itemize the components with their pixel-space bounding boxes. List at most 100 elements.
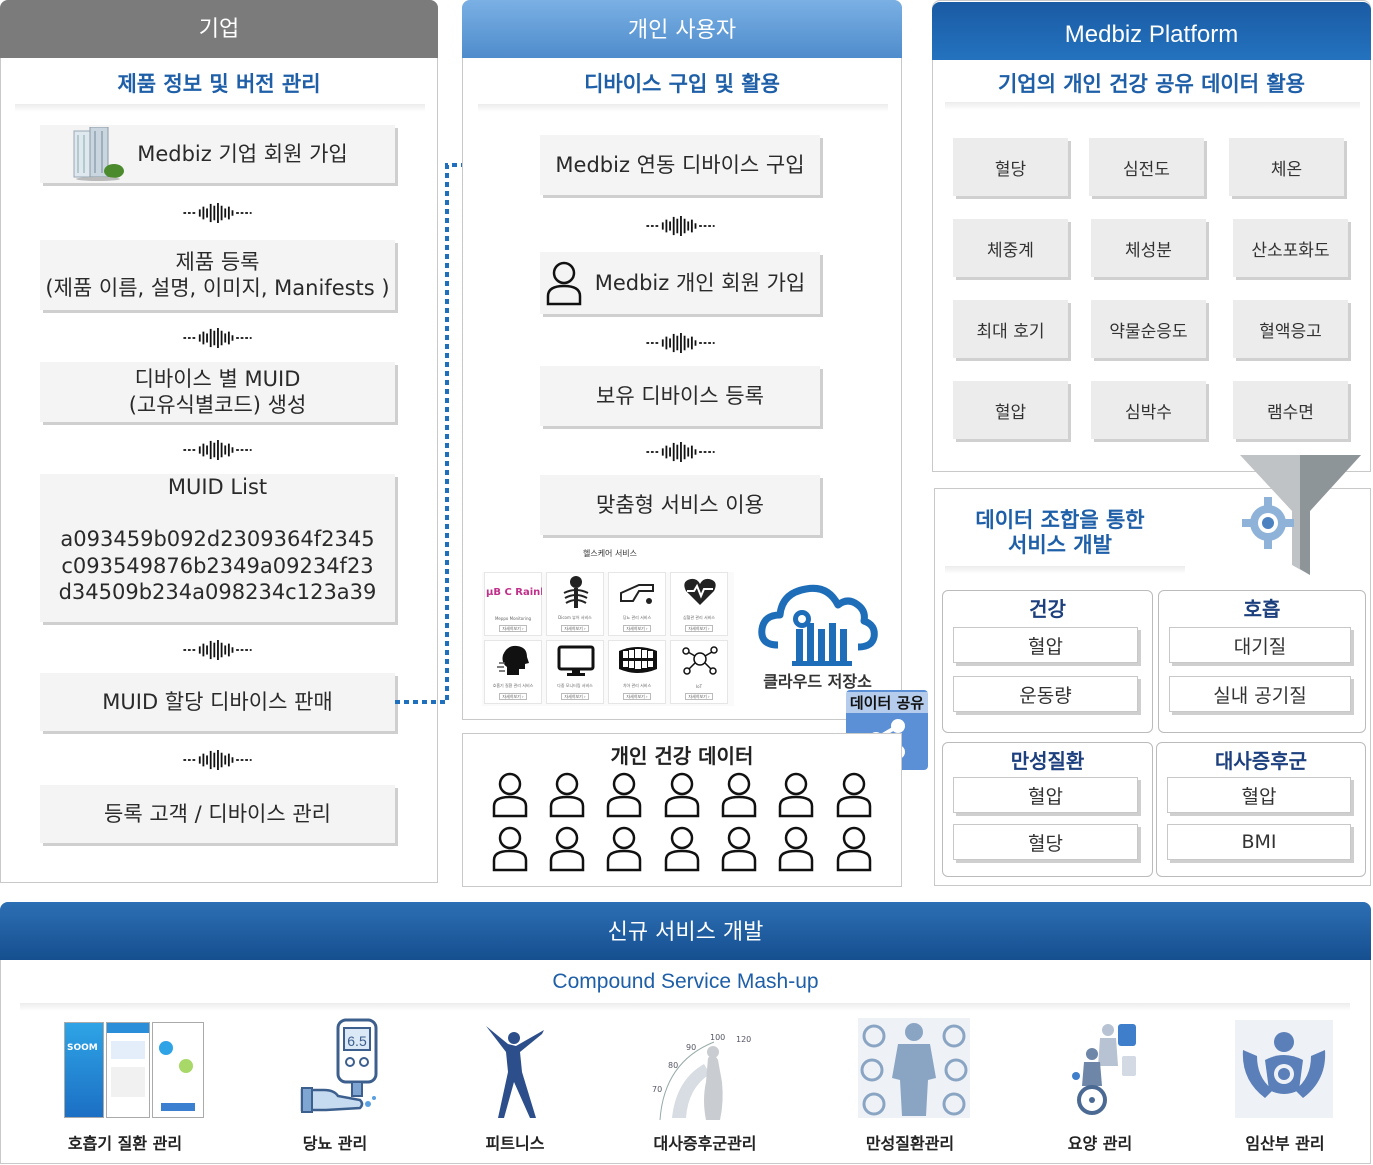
company-muid-line1: 디바이스 별 MUID: [134, 366, 301, 391]
healthcare-service-detail-button[interactable]: 자세히보기 ›: [685, 693, 713, 700]
iot-network-icon: [682, 646, 718, 675]
connector-icon: [646, 442, 715, 462]
combo-title-line1: 데이터 조합을 통한: [975, 508, 1145, 532]
data-tile: 심박수: [1091, 381, 1206, 439]
combo-group-item: 대기질: [1169, 627, 1351, 663]
service-label: 피트니스: [485, 1134, 545, 1153]
data-tile: 산소포화도: [1233, 219, 1348, 277]
healthcare-service-detail-button[interactable]: 자세히보기 ›: [561, 693, 589, 700]
muid-list: MUID List a093459b092d2309364f2345 c0935…: [40, 474, 395, 622]
healthcare-service-card[interactable]: 심혈관 관리 서비스 자세히보기 ›: [670, 572, 728, 636]
combo-group-item: 혈압: [953, 777, 1138, 813]
elderly-care-icon: [1072, 1024, 1136, 1115]
platform-subtitle-divider: [945, 102, 1360, 110]
data-tile: 심전도: [1089, 138, 1204, 196]
combo-group-title: 호흡: [1243, 597, 1281, 621]
data-tile: 혈당: [953, 138, 1068, 196]
healthcare-service-caption: Meppo Monitoring: [494, 616, 532, 621]
gauge-tick-label: 120: [736, 1035, 751, 1044]
new-services-header: 신규 서비스 개발: [0, 902, 1371, 960]
platform-header: Medbiz Platform: [932, 2, 1371, 60]
service-label: 당뇨 관리: [302, 1134, 368, 1153]
combo-group-item: 실내 공기질: [1169, 676, 1351, 712]
glucose-reading: 6.5: [347, 1033, 367, 1049]
company-muid-line2: (고유식별코드) 생성: [128, 393, 307, 417]
combo-group-item: 운동량: [953, 676, 1138, 712]
healthcare-service-detail-button[interactable]: 자세히보기 ›: [623, 625, 651, 632]
combo-title-line2: 서비스 개발: [1008, 533, 1112, 558]
personal-health-data-title: 개인 건강 데이터: [610, 744, 754, 768]
user-icons: [492, 772, 872, 872]
personal-buy-label: Medbiz 연동 디바이스 구입: [555, 152, 805, 177]
healthcare-service-detail-button[interactable]: 자세히보기 ›: [561, 625, 589, 632]
new-services-subtitle: Compound Service Mash-up: [552, 970, 819, 993]
data-tile: 체중계: [953, 219, 1068, 277]
user-icon-grid: [490, 770, 885, 880]
healthcare-service-detail-button[interactable]: 자세히보기 ›: [685, 625, 713, 632]
healthcare-service-card[interactable]: 호흡기 질환 관리 서비스 자세히보기 ›: [484, 640, 542, 704]
healthcare-service-card[interactable]: μB C Rainbow Meppo Monitoring 자세히보기 ›: [484, 572, 542, 636]
healthcare-service-detail-button[interactable]: 자세히보기 ›: [623, 693, 651, 700]
company-join-step: Medbiz 기업 회원 가입: [40, 125, 395, 183]
data-tile: 약물순응도: [1091, 300, 1206, 358]
data-tile: 혈액응고: [1233, 300, 1348, 358]
glucose-test-icon: [620, 584, 654, 604]
healthcare-service-card[interactable]: 당뇨 관리 서비스 자세히보기 ›: [608, 572, 666, 636]
company-muid-step: 디바이스 별 MUID (고유식별코드) 생성: [40, 362, 395, 422]
gauge-tick-label: 90: [686, 1043, 696, 1052]
gauge-tick-label: 70: [652, 1085, 662, 1094]
personal-join-label: Medbiz 개인 회원 가입: [594, 270, 806, 295]
healthcare-service-caption: Dicom 뷰어 서비스: [558, 615, 592, 620]
data-tile: 최대 호기: [953, 300, 1068, 358]
healthcare-service-caption: 치아 관리 서비스: [622, 683, 652, 688]
muid-list-item: d34509b234a098234c123a39: [58, 579, 377, 604]
chronic-body-icon: [858, 1018, 970, 1118]
rainbow-logo: μB C Rainbow: [486, 587, 542, 598]
gear-icon: [1242, 497, 1294, 549]
combo-group-title: 만성질환: [1010, 749, 1085, 773]
combo-group-metabolic: 대사증후군 혈압 BMI: [1156, 742, 1366, 877]
building-icon: [73, 127, 124, 181]
app-brand-text: SOOM: [67, 1043, 98, 1053]
combo-group-item: 혈당: [953, 824, 1138, 860]
monitor-icon: [557, 645, 595, 676]
healthcare-service-card[interactable]: 다중 모니터링 서비스 자세히보기 ›: [546, 640, 604, 704]
teeth-icon: [619, 647, 657, 673]
connector-icon: [183, 640, 252, 660]
gauge-tick-label: 100: [710, 1033, 725, 1042]
platform-subtitle: 기업의 개인 건강 공유 데이터 활용: [997, 72, 1306, 96]
healthcare-service-detail-button[interactable]: 자세히보기 ›: [499, 625, 527, 632]
healthcare-service-card[interactable]: Dicom 뷰어 서비스 자세히보기 ›: [546, 572, 604, 636]
new-services-subtitle-divider: [20, 1003, 1350, 1011]
company-manage-label: 등록 고객 / 디바이스 관리: [104, 801, 331, 826]
personal-subtitle: 디바이스 구입 및 활용: [584, 72, 780, 96]
combo-title-divider: [945, 566, 1185, 574]
healthcare-service-caption: 다중 모니터링 서비스: [557, 683, 593, 688]
connector-icon: [183, 750, 252, 770]
service-label: 요양 관리: [1067, 1134, 1133, 1153]
company-sell-label: MUID 할당 디바이스 판매: [102, 689, 333, 714]
respiratory-head-icon: [497, 645, 529, 675]
service-label: 만성질환관리: [865, 1134, 955, 1153]
app-screen-2: [106, 1022, 150, 1118]
company-sell-step: MUID 할당 디바이스 판매: [40, 673, 395, 731]
combo-group-item: 혈압: [1167, 777, 1351, 813]
connector-icon: [183, 203, 252, 223]
company-header: 기업: [0, 0, 438, 58]
healthcare-service-card[interactable]: 치아 관리 서비스 자세히보기 ›: [608, 640, 666, 704]
healthcare-services-label: 헬스케어 서비스: [582, 549, 638, 558]
healthcare-service-detail-button[interactable]: 자세히보기 ›: [499, 693, 527, 700]
heart-pulse-icon: [684, 578, 716, 605]
fitness-figure-icon: [486, 1026, 544, 1118]
company-manage-step: 등록 고객 / 디바이스 관리: [40, 785, 395, 843]
healthcare-service-caption: 당뇨 관리 서비스: [622, 615, 652, 620]
combo-group-chronic: 만성질환 혈압 혈당: [942, 742, 1153, 877]
respiratory-app-screens: SOOM: [64, 1022, 204, 1120]
personal-join-step: Medbiz 개인 회원 가입: [540, 252, 820, 314]
glucose-meter-icon: 6.5: [300, 1018, 378, 1113]
personal-register-label: 보유 디바이스 등록: [596, 383, 764, 408]
healthcare-service-card[interactable]: IoT 자세히보기 ›: [670, 640, 728, 704]
maternity-care-icon: [1235, 1020, 1333, 1118]
data-tile: 혈압: [953, 381, 1068, 439]
combo-group-title: 건강: [1029, 597, 1066, 621]
